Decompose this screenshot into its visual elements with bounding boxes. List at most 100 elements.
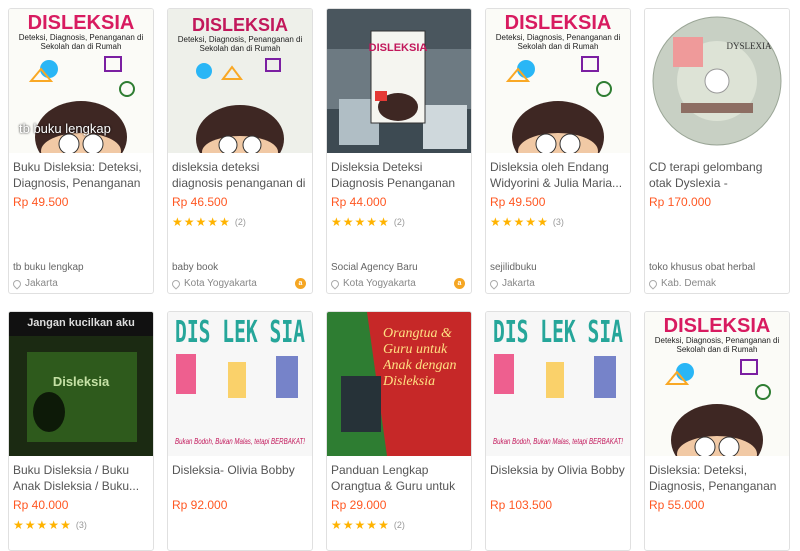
- cover-title: DISLEKSIA: [664, 315, 771, 337]
- star-icon: ★: [331, 215, 342, 229]
- product-card[interactable]: DISLEKSIA Deteksi, Diagnosis, Penanganan…: [167, 8, 313, 294]
- product-card[interactable]: DISLEKSIA Deteksi, Diagnosis, Penanganan…: [8, 8, 154, 294]
- product-price: Rp 49.500: [490, 195, 546, 209]
- product-title[interactable]: Disleksia Deteksi Diagnosis Penanganan -…: [331, 159, 469, 191]
- star-icon: ★: [354, 518, 366, 532]
- star-icon: ★: [48, 518, 60, 532]
- product-price: Rp 55.000: [649, 498, 705, 512]
- rating-count: (3): [552, 217, 564, 227]
- star-icon: ★: [501, 215, 513, 229]
- product-image[interactable]: DIS LEK SIA Bukan Bodoh, Bukan Malas, te…: [168, 312, 312, 456]
- rating: ★ ★ ★ ★ ★ (2): [172, 216, 246, 228]
- product-title[interactable]: Disleksia by Olivia Bobby: [490, 462, 628, 494]
- star-icon: ★: [525, 215, 537, 229]
- cover-title: Orangtua & Guru untuk Anak dengan Dislek…: [383, 326, 457, 389]
- cover-title: DIS LEK SIA: [493, 315, 623, 350]
- location-label: Jakarta: [502, 278, 535, 289]
- product-image[interactable]: DISLEKSIA: [327, 9, 471, 153]
- cover-title: DISLEKSIA: [505, 12, 612, 34]
- product-title[interactable]: Panduan Lengkap Orangtua & Guru untuk: [331, 462, 469, 494]
- product-card[interactable]: Jangan kucilkan aku Disleksia Buku Disle…: [8, 311, 154, 551]
- product-price: Rp 49.500: [13, 195, 69, 209]
- location-pin-icon: [170, 277, 182, 290]
- star-icon: ★: [207, 215, 219, 229]
- product-image[interactable]: DYSLEXIA: [645, 9, 789, 153]
- shop-name[interactable]: tb buku lengkap: [13, 262, 84, 273]
- product-card[interactable]: Orangtua & Guru untuk Anak dengan Dislek…: [326, 311, 472, 551]
- star-icon: ★: [537, 215, 548, 229]
- star-icon: ★: [24, 518, 36, 532]
- product-card[interactable]: DISLEKSIA Deteksi, Diagnosis, Penanganan…: [644, 311, 790, 551]
- product-image[interactable]: DISLEKSIA Deteksi, Diagnosis, Penanganan…: [486, 9, 630, 153]
- product-card[interactable]: DIS LEK SIA Bukan Bodoh, Bukan Malas, te…: [167, 311, 313, 551]
- product-price: Rp 92.000: [172, 498, 228, 512]
- shop-location: Jakarta: [488, 277, 535, 290]
- shop-name[interactable]: baby book: [172, 262, 218, 273]
- star-icon: ★: [366, 518, 378, 532]
- star-icon: ★: [366, 215, 378, 229]
- location-label: Kota Yogyakarta: [343, 278, 416, 289]
- location-label: Jakarta: [25, 278, 58, 289]
- star-icon: ★: [490, 215, 501, 229]
- product-title[interactable]: CD terapi gelombang otak Dyslexia - Meng…: [649, 159, 787, 191]
- cover-subtitle: Bukan Bodoh, Bukan Malas, tetapi BERBAKA…: [493, 437, 624, 446]
- product-title[interactable]: Buku Disleksia / Buku Anak Disleksia / B…: [13, 462, 151, 494]
- rating: ★ ★ ★ ★ ★ (3): [490, 216, 564, 228]
- location-pin-icon: [647, 277, 659, 290]
- cover-subtitle: Deteksi, Diagnosis, Penanganan di Sekola…: [18, 33, 144, 51]
- product-title[interactable]: Disleksia oleh Endang Widyorini & Julia …: [490, 159, 628, 191]
- rating-count: (2): [393, 217, 405, 227]
- star-icon: ★: [378, 518, 389, 532]
- star-icon: ★: [60, 518, 71, 532]
- gold-merchant-badge-icon: a: [295, 278, 306, 289]
- cover-subtitle: Bukan Bodoh, Bukan Malas, tetapi BERBAKA…: [175, 437, 306, 446]
- location-label: Kab. Demak: [661, 278, 717, 289]
- product-card[interactable]: DIS LEK SIA Bukan Bodoh, Bukan Malas, te…: [485, 311, 631, 551]
- product-title[interactable]: disleksia deteksi diagnosis penanganan d…: [172, 159, 310, 191]
- cover-subtitle: Deteksi, Diagnosis, Penanganan di Sekola…: [495, 33, 621, 51]
- product-image[interactable]: DISLEKSIA Deteksi, Diagnosis, Penanganan…: [645, 312, 789, 456]
- star-icon: ★: [342, 215, 354, 229]
- product-price: Rp 103.500: [490, 498, 553, 512]
- product-title[interactable]: Disleksia: Deteksi, Diagnosis, Penangana…: [649, 462, 787, 494]
- star-icon: ★: [354, 215, 366, 229]
- product-card[interactable]: DISLEKSIA Disleksia Deteksi Diagnosis Pe…: [326, 8, 472, 294]
- shop-location: Kota Yogyakarta: [329, 277, 416, 290]
- product-title[interactable]: Buku Disleksia: Deteksi, Diagnosis, Pena…: [13, 159, 151, 191]
- shop-name[interactable]: Social Agency Baru: [331, 262, 418, 273]
- star-icon: ★: [331, 518, 342, 532]
- location-pin-icon: [11, 277, 23, 290]
- cover-title: DYSLEXIA: [727, 41, 772, 51]
- cover-title: DIS LEK SIA: [175, 315, 305, 350]
- cover-title: DISLEKSIA: [192, 15, 288, 35]
- star-icon: ★: [172, 215, 183, 229]
- star-icon: ★: [36, 518, 48, 532]
- product-price: Rp 44.000: [331, 195, 387, 209]
- shop-location: Kab. Demak: [647, 277, 717, 290]
- cover-title: Jangan kucilkan aku: [27, 317, 135, 329]
- location-pin-icon: [329, 277, 341, 290]
- product-grid: DISLEKSIA Deteksi, Diagnosis, Penanganan…: [0, 0, 800, 551]
- product-image[interactable]: Jangan kucilkan aku Disleksia: [9, 312, 153, 456]
- product-price: Rp 46.500: [172, 195, 228, 209]
- rating-count: (2): [234, 217, 246, 227]
- location-pin-icon: [488, 277, 500, 290]
- cover-subtitle: Deteksi, Diagnosis, Penanganan di Sekola…: [654, 336, 780, 354]
- product-card[interactable]: DISLEKSIA Deteksi, Diagnosis, Penanganan…: [485, 8, 631, 294]
- location-label: Kota Yogyakarta: [184, 278, 257, 289]
- product-image[interactable]: DIS LEK SIA Bukan Bodoh, Bukan Malas, te…: [486, 312, 630, 456]
- shop-name[interactable]: sejilidbuku: [490, 262, 537, 273]
- product-image[interactable]: Orangtua & Guru untuk Anak dengan Dislek…: [327, 312, 471, 456]
- rating: ★ ★ ★ ★ ★ (2): [331, 216, 405, 228]
- star-icon: ★: [342, 518, 354, 532]
- gold-merchant-badge-icon: a: [454, 278, 465, 289]
- cover-subtitle: Deteksi, Diagnosis, Penanganan di Sekola…: [177, 35, 303, 53]
- product-card[interactable]: DYSLEXIA CD terapi gelombang otak Dyslex…: [644, 8, 790, 294]
- shop-name[interactable]: toko khusus obat herbal: [649, 262, 755, 273]
- product-title[interactable]: Disleksia- Olivia Bobby: [172, 462, 310, 494]
- rating: ★ ★ ★ ★ ★ (3): [13, 519, 87, 531]
- product-price: Rp 170.000: [649, 195, 712, 209]
- cover-title: DISLEKSIA: [369, 42, 428, 54]
- product-image[interactable]: DISLEKSIA Deteksi, Diagnosis, Penanganan…: [9, 9, 153, 153]
- product-image[interactable]: DISLEKSIA Deteksi, Diagnosis, Penanganan…: [168, 9, 312, 153]
